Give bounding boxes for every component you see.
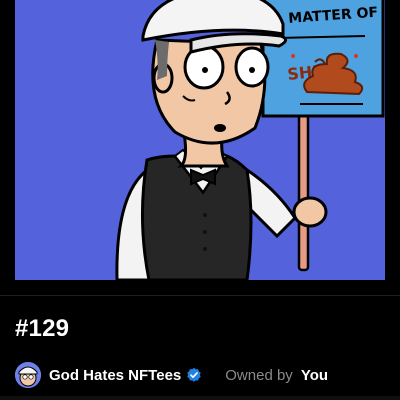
character-head [151, 38, 270, 145]
nft-token-id: #129 [15, 315, 70, 342]
collection-link[interactable]: God Hates NFTees [15, 362, 202, 388]
nft-artwork[interactable]: A MATTER OF SHIT [15, 0, 385, 280]
next-section-edge [0, 396, 400, 400]
nft-ownership-row: God Hates NFTees Owned by You [15, 361, 385, 389]
owned-by-label: Owned by [225, 366, 293, 384]
collection-name: God Hates NFTees [49, 366, 182, 384]
section-divider [0, 295, 400, 296]
owner-link[interactable]: You [301, 367, 328, 384]
nft-artwork-illustration: A MATTER OF SHIT [15, 0, 385, 280]
collection-avatar [15, 362, 41, 388]
nft-detail-screen: A MATTER OF SHIT #129 God Hates NFTees O… [0, 0, 400, 400]
verified-badge-icon [186, 367, 202, 383]
